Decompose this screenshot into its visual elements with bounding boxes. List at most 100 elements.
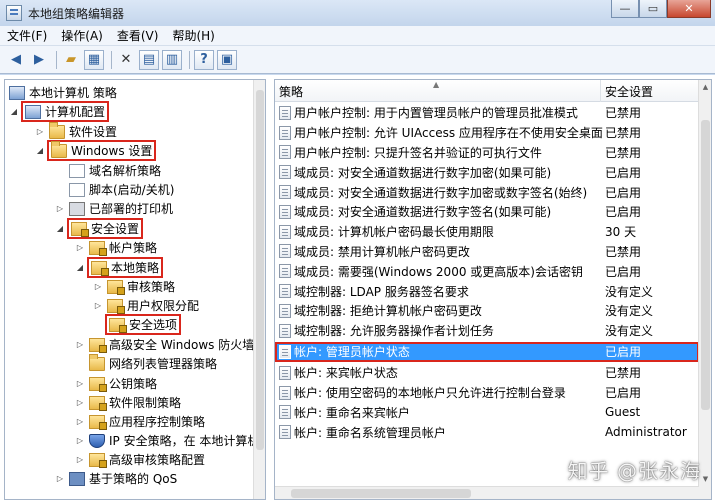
- expand-arrow-icon[interactable]: ▷: [35, 127, 45, 136]
- table-row[interactable]: 用户帐户控制: 只提升签名并验证的可执行文件 已禁用: [275, 143, 699, 163]
- policy-setting: 已启用: [605, 185, 642, 200]
- collapse-arrow-icon[interactable]: ◢: [9, 107, 19, 116]
- table-row[interactable]: 域控制器: LDAP 服务器签名要求 没有定义: [275, 281, 699, 301]
- tree-item-local-policies[interactable]: ◢ 本地策略: [75, 257, 164, 278]
- policy-setting: 已启用: [605, 264, 642, 279]
- tree-item-label: 已部署的打印机: [89, 202, 174, 216]
- tree-item-software-settings[interactable]: ▷ 软件设置: [35, 121, 117, 141]
- help-icon[interactable]: ?: [194, 49, 214, 70]
- table-row[interactable]: 帐户: 来宾帐户状态 已禁用: [275, 363, 699, 383]
- policy-name: 域成员: 禁用计算机帐户密码更改: [294, 244, 470, 259]
- table-row[interactable]: 域控制器: 允许服务器操作者计划任务 没有定义: [275, 321, 699, 341]
- tree-item-label: 本地计算机 策略: [29, 86, 117, 100]
- policy-setting: 已启用: [605, 165, 642, 180]
- table-row[interactable]: 用户帐户控制: 允许 UIAccess 应用程序在不使用安全桌面... 已禁用: [275, 123, 699, 143]
- tree-item-software-restriction[interactable]: ▷ 软件限制策略: [75, 393, 181, 412]
- table-row[interactable]: 用户帐户控制: 用于内置管理员帐户的管理员批准模式 已禁用: [275, 103, 699, 123]
- table-row[interactable]: 域成员: 对安全通道数据进行数字加密或数字签名(始终) 已启用: [275, 182, 699, 202]
- table-row-selected[interactable]: 帐户: 管理员帐户状态 已启用: [275, 342, 699, 362]
- policy-name: 帐户: 来宾帐户状态: [294, 366, 398, 381]
- menu-file[interactable]: 文件(F): [0, 27, 54, 44]
- collapse-arrow-icon[interactable]: ◢: [55, 224, 65, 233]
- table-row[interactable]: 域成员: 对安全通道数据进行数字签名(如果可能) 已启用: [275, 202, 699, 222]
- tree-scrollbar[interactable]: [253, 80, 265, 499]
- tree-item-qos[interactable]: ▷ 基于策略的 QoS: [55, 469, 177, 488]
- tree-item-user-rights[interactable]: ▷ 用户权限分配: [93, 296, 199, 315]
- tree-item-ip-security[interactable]: ▷ IP 安全策略，在 本地计算机: [75, 431, 259, 450]
- policy-icon: [279, 405, 291, 420]
- tree-item-audit-policy[interactable]: ▷ 审核策略: [93, 277, 175, 296]
- expand-arrow-icon[interactable]: ▷: [75, 455, 85, 464]
- tree-item-app-control[interactable]: ▷ 应用程序控制策略: [75, 412, 205, 431]
- tree-item-public-key[interactable]: ▷ 公钥策略: [75, 374, 157, 393]
- expand-arrow-icon[interactable]: ▷: [75, 243, 85, 252]
- list-hscroll-thumb[interactable]: [291, 489, 471, 498]
- tree-item-advanced-audit[interactable]: ▷ 高级审核策略配置: [75, 450, 205, 469]
- tree-item-name-resolution[interactable]: 域名解析策略: [69, 161, 161, 180]
- tree-item-computer-config[interactable]: ◢ 计算机配置: [9, 101, 110, 122]
- expand-arrow-icon[interactable]: ▷: [55, 204, 65, 213]
- table-row[interactable]: 域控制器: 拒绝计算机帐户密码更改 没有定义: [275, 301, 699, 321]
- tree-item-label: 帐户策略: [109, 241, 158, 255]
- expand-arrow-icon[interactable]: ▷: [93, 282, 103, 291]
- table-row[interactable]: 帐户: 使用空密码的本地帐户只允许进行控制台登录 已启用: [275, 383, 699, 403]
- up-folder-icon[interactable]: ▰: [61, 50, 81, 70]
- sort-ascending-icon: ▲: [433, 80, 440, 89]
- close-button[interactable]: ✕: [667, 0, 711, 18]
- policy-icon: [279, 385, 291, 400]
- folder-icon: [49, 121, 65, 139]
- properties-icon[interactable]: ▤: [139, 49, 159, 70]
- table-row[interactable]: 域成员: 对安全通道数据进行数字加密(如果可能) 已启用: [275, 162, 699, 182]
- tree-scroll-thumb[interactable]: [256, 90, 264, 450]
- menu-action[interactable]: 操作(A): [54, 27, 110, 44]
- list-vertical-scrollbar[interactable]: ▲ ▼: [698, 80, 711, 499]
- policy-name: 域控制器: 允许服务器操作者计划任务: [294, 324, 494, 339]
- toolbar: ◀ ▶ ▰ ▦ ✕ ▤ ▥ ? ▣: [0, 46, 715, 74]
- tree-item-printers[interactable]: ▷ 已部署的打印机: [55, 199, 173, 218]
- minimize-button[interactable]: —: [611, 0, 639, 18]
- tree-item-security-settings[interactable]: ◢ 安全设置: [55, 218, 144, 239]
- table-row[interactable]: 帐户: 重命名系统管理员帐户 Administrator: [275, 422, 699, 442]
- view-pane-icon[interactable]: ▣: [217, 49, 237, 70]
- expand-arrow-icon[interactable]: ▷: [93, 301, 103, 310]
- menu-help[interactable]: 帮助(H): [165, 27, 221, 44]
- tree-item-windows-settings[interactable]: ◢ Windows 设置: [35, 140, 157, 161]
- back-arrow-icon[interactable]: ◀: [6, 50, 26, 70]
- policy-icon: [279, 244, 291, 259]
- tree-item-label: 安全设置: [91, 222, 140, 236]
- maximize-button[interactable]: ▭: [639, 0, 667, 18]
- forward-arrow-icon[interactable]: ▶: [29, 50, 49, 70]
- policy-name: 帐户: 管理员帐户状态: [294, 345, 410, 360]
- policy-name: 用户帐户控制: 只提升签名并验证的可执行文件: [294, 145, 542, 160]
- tree-item-scripts[interactable]: 脚本(启动/关机): [69, 180, 174, 199]
- expand-arrow-icon[interactable]: ▷: [75, 379, 85, 388]
- table-row[interactable]: 域成员: 计算机帐户密码最长使用期限 30 天: [275, 222, 699, 242]
- tree-item-network-list[interactable]: 网络列表管理器策略: [89, 353, 217, 373]
- table-row[interactable]: 帐户: 重命名来宾帐户 Guest: [275, 403, 699, 423]
- show-hide-tree-icon[interactable]: ▦: [84, 49, 104, 70]
- tree-item-account-policies[interactable]: ▷ 帐户策略: [75, 238, 157, 257]
- expand-arrow-icon[interactable]: ▷: [75, 417, 85, 426]
- scroll-up-arrow-icon[interactable]: ▲: [699, 80, 711, 94]
- collapse-arrow-icon[interactable]: ◢: [75, 263, 85, 272]
- tree-item-label: 公钥策略: [109, 377, 158, 391]
- export-list-icon[interactable]: ▥: [162, 49, 182, 70]
- collapse-arrow-icon[interactable]: ◢: [35, 146, 45, 155]
- computer-icon: [25, 104, 41, 119]
- tree-item-firewall[interactable]: ▷ 高级安全 Windows 防火墙: [75, 335, 254, 354]
- expand-arrow-icon[interactable]: ▷: [75, 398, 85, 407]
- tree-item-local-policy[interactable]: 本地计算机 策略: [9, 83, 117, 102]
- menu-view[interactable]: 查看(V): [110, 27, 166, 44]
- policy-icon: [279, 105, 291, 120]
- expand-arrow-icon[interactable]: ▷: [75, 340, 85, 349]
- lock-folder-icon: [89, 240, 107, 256]
- expand-arrow-icon[interactable]: ▷: [75, 436, 85, 445]
- table-row[interactable]: 域成员: 禁用计算机帐户密码更改 已禁用: [275, 242, 699, 262]
- list-scroll-thumb[interactable]: [701, 120, 710, 410]
- list-horizontal-scrollbar[interactable]: [275, 486, 699, 499]
- tree-item-security-options[interactable]: 安全选项: [104, 314, 182, 335]
- expand-arrow-icon[interactable]: ▷: [55, 474, 65, 483]
- column-header-setting[interactable]: 安全设置: [601, 80, 699, 102]
- delete-icon[interactable]: ✕: [116, 50, 136, 70]
- table-row[interactable]: 域成员: 需要强(Windows 2000 或更高版本)会话密钥 已启用: [275, 261, 699, 281]
